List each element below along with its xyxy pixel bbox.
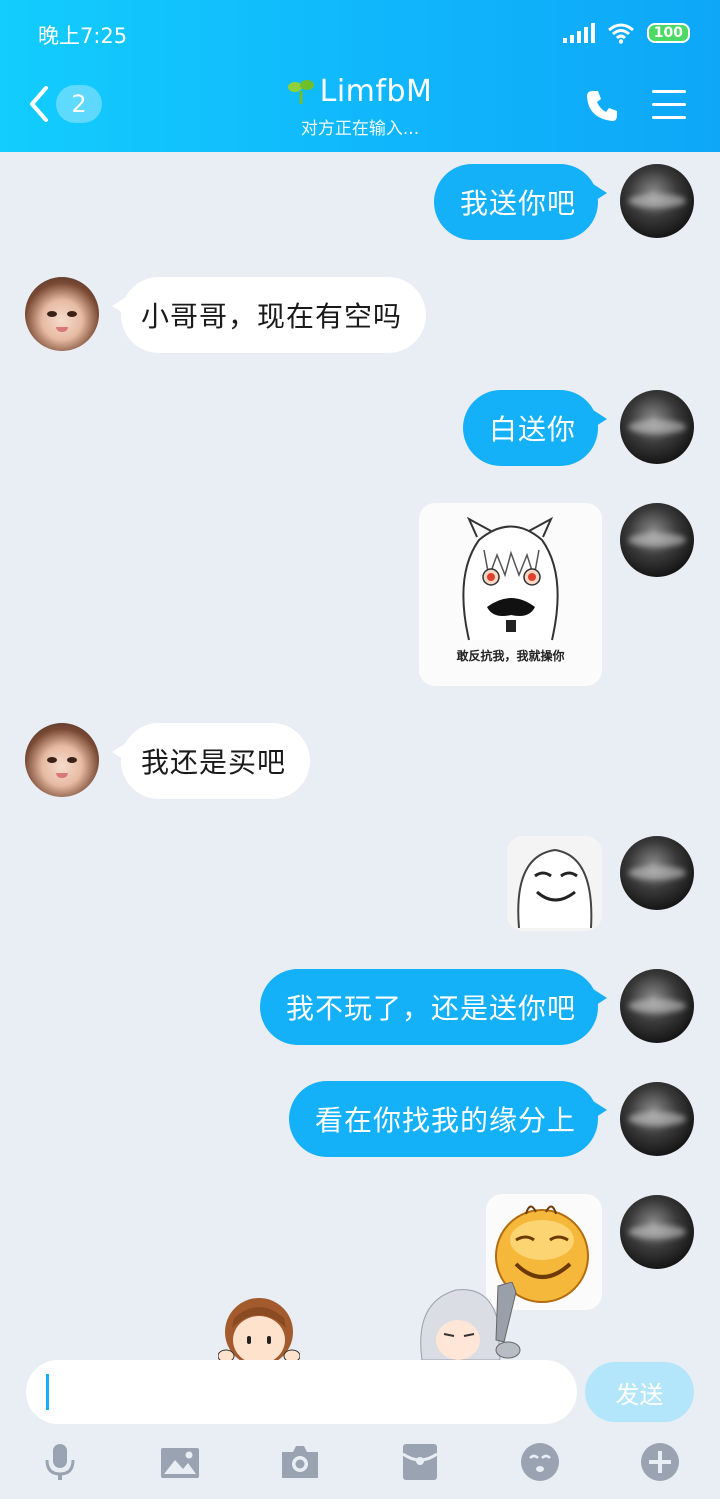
my-avatar[interactable] <box>620 503 694 577</box>
contact-avatar[interactable] <box>25 723 99 797</box>
signal-icon <box>562 23 595 43</box>
my-avatar[interactable] <box>620 164 694 238</box>
contact-avatar[interactable] <box>25 277 99 351</box>
send-button[interactable]: 发送 <box>585 1362 694 1422</box>
my-avatar[interactable] <box>620 1082 694 1156</box>
camera-icon[interactable] <box>280 1442 320 1482</box>
microphone-icon[interactable] <box>40 1442 80 1482</box>
message-bubble-outgoing[interactable]: 看在你找我的缘分上 <box>288 1081 608 1157</box>
plus-icon[interactable] <box>640 1442 680 1482</box>
smirk-sticker[interactable] <box>507 836 602 931</box>
status-icons: 100 <box>562 22 690 44</box>
meme-sticker[interactable]: 敢反抗我，我就操你 <box>419 503 602 686</box>
smirk-face-drawing <box>517 848 593 929</box>
my-avatar[interactable] <box>620 1195 694 1269</box>
phone-call-icon[interactable] <box>584 88 620 124</box>
emoji-icon[interactable] <box>520 1442 560 1482</box>
sprout-icon <box>287 79 314 104</box>
peeking-warrior-decoration <box>420 1282 521 1360</box>
battery-icon: 100 <box>646 23 690 43</box>
image-icon[interactable] <box>160 1442 200 1482</box>
contact-name[interactable]: LimfbM <box>320 74 433 109</box>
wifi-icon <box>607 23 634 44</box>
message-bubble-outgoing[interactable]: 白送你 <box>462 390 608 466</box>
sticker-caption: 敢反抗我，我就操你 <box>456 649 565 663</box>
my-avatar[interactable] <box>620 969 694 1043</box>
my-avatar[interactable] <box>620 390 694 464</box>
message-bubble-incoming[interactable]: 我还是买吧 <box>111 723 311 799</box>
message-bubble-outgoing[interactable]: 我送你吧 <box>433 164 608 240</box>
peeking-girl-decoration <box>218 1298 300 1360</box>
chat-header: 晚上7:25 100 2 LimfbM 对方正在输入... <box>0 0 720 152</box>
status-time: 晚上7:25 <box>38 24 128 48</box>
message-bubble-incoming[interactable]: 小哥哥，现在有空吗 <box>111 277 427 353</box>
message-bubble-outgoing[interactable]: 我不玩了，还是送你吧 <box>259 969 608 1045</box>
red-packet-icon[interactable] <box>400 1442 440 1482</box>
meme-girl-drawing <box>462 516 559 641</box>
my-avatar[interactable] <box>620 836 694 910</box>
text-cursor <box>46 1374 49 1410</box>
message-input[interactable] <box>26 1360 577 1424</box>
menu-icon[interactable] <box>652 90 686 120</box>
